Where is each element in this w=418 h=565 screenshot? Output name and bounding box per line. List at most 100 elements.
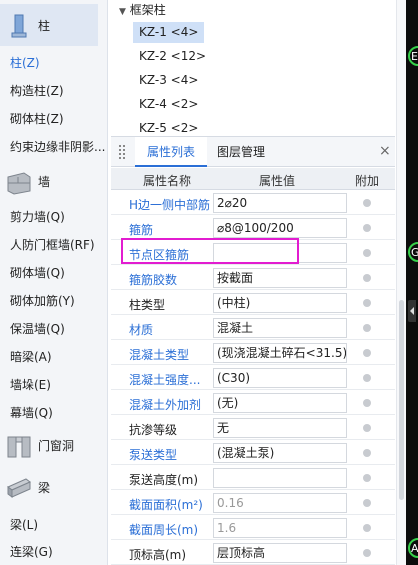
property-value-input[interactable]: 2⌀20 — [213, 193, 347, 213]
attach-toggle[interactable] — [363, 549, 371, 557]
property-value-input[interactable]: ⌀8@100/200 — [213, 218, 347, 238]
property-name: 泵送类型 — [129, 448, 178, 462]
category-wall[interactable]: 墙 — [0, 160, 98, 202]
close-icon[interactable]: × — [379, 143, 391, 159]
attach-toggle[interactable] — [363, 224, 371, 232]
tree-item[interactable]: KZ-5 <2> — [133, 118, 204, 134]
caret-down-icon[interactable]: ▼ — [119, 7, 126, 17]
property-row: 材质 混凝土 — [111, 316, 395, 340]
attach-toggle[interactable] — [363, 324, 371, 332]
drawing-canvas[interactable]: E G A — [406, 0, 418, 565]
property-value-input[interactable]: (C30) — [213, 368, 347, 388]
tab-property-list[interactable]: 属性列表 — [135, 137, 208, 167]
category-label: 门窗洞 — [38, 439, 75, 453]
property-name: 柱类型 — [129, 298, 166, 312]
left-navigation: 柱 柱(Z) 构造柱(Z) 砌体柱(Z) 约束边缘非阴影... 墙 剪力墙(Q)… — [0, 0, 108, 565]
column-header-value: 属性值 — [259, 174, 296, 188]
nav-item-masonry-rebar[interactable]: 砌体加筋(Y) — [10, 292, 75, 309]
nav-item-insulation-wall[interactable]: 保温墙(Q) — [10, 320, 65, 337]
tree-item[interactable]: KZ-1 <4> — [133, 22, 205, 43]
property-name: 混凝土类型 — [129, 348, 190, 362]
property-table-header: 属性名称 属性值 附加 — [111, 168, 395, 190]
category-door-window[interactable]: 门窗洞 — [0, 424, 98, 466]
property-name: 箍筋 — [129, 223, 154, 237]
property-value-input[interactable] — [213, 468, 347, 488]
nav-item-hidden-beam[interactable]: 暗梁(A) — [10, 348, 52, 365]
attach-toggle[interactable] — [363, 424, 371, 432]
property-value-input[interactable]: (混凝土泵) — [213, 443, 347, 463]
property-value-input[interactable] — [213, 243, 347, 263]
property-panel: 属性列表 图层管理 × 属性名称 属性值 附加 H边一侧中部筋 2⌀20 箍筋 … — [111, 136, 395, 565]
tree-item[interactable]: KZ-4 <2> — [133, 94, 204, 115]
nav-item-constraint-edge[interactable]: 约束边缘非阴影... — [10, 138, 105, 155]
property-name: 混凝土强度... — [129, 373, 201, 387]
nav-item-beam[interactable]: 梁(L) — [10, 516, 38, 533]
property-name: 泵送高度(m) — [129, 473, 199, 487]
attach-toggle[interactable] — [363, 499, 371, 507]
property-name: 节点区箍筋 — [129, 248, 190, 262]
axis-label: E — [411, 50, 418, 63]
property-row: 顶标高(m) 层顶标高 — [111, 541, 395, 565]
property-row: 柱类型 (中柱) — [111, 291, 395, 315]
property-value-input[interactable]: 层顶标高 — [213, 543, 347, 563]
nav-item-masonry-wall[interactable]: 砌体墙(Q) — [10, 264, 65, 281]
beam-icon — [7, 478, 31, 498]
collapse-panel-icon[interactable] — [408, 300, 416, 322]
property-name: 顶标高(m) — [129, 548, 187, 562]
category-label: 梁 — [38, 481, 51, 495]
property-value-input[interactable]: (无) — [213, 393, 347, 413]
tab-layer-management[interactable]: 图层管理 — [205, 137, 277, 167]
attach-toggle[interactable] — [363, 449, 371, 457]
tree-root-frame-column[interactable]: ▼ 框架柱 — [119, 1, 166, 18]
category-beam[interactable]: 梁 — [0, 466, 98, 508]
property-row: 泵送类型 (混凝土泵) — [111, 441, 395, 465]
property-value-readonly: 1.6 — [213, 518, 347, 538]
property-value-input[interactable]: 按截面 — [213, 268, 347, 288]
tree-item[interactable]: KZ-3 <4> — [133, 70, 204, 91]
property-row: 泵送高度(m) — [111, 466, 395, 490]
tree-item[interactable]: KZ-2 <12> — [133, 46, 212, 67]
attach-toggle[interactable] — [363, 399, 371, 407]
component-tree: ▼ 框架柱 KZ-1 <4> KZ-2 <12> KZ-3 <4> KZ-4 <… — [111, 0, 406, 134]
nav-item-wall-pier[interactable]: 墙垛(E) — [10, 376, 51, 393]
nav-item-coupling-beam[interactable]: 连梁(G) — [10, 543, 53, 560]
attach-toggle[interactable] — [363, 474, 371, 482]
attach-toggle[interactable] — [363, 199, 371, 207]
nav-item-curtain-wall[interactable]: 幕墙(Q) — [10, 404, 53, 421]
attach-toggle[interactable] — [363, 299, 371, 307]
attach-toggle[interactable] — [363, 524, 371, 532]
property-row: 混凝土外加剂 (无) — [111, 391, 395, 415]
property-row: 箍筋胶数 按截面 — [111, 266, 395, 290]
attach-toggle[interactable] — [363, 249, 371, 257]
category-column[interactable]: 柱 — [0, 4, 98, 46]
property-name: 混凝土外加剂 — [129, 398, 202, 412]
property-row: 截面周长(m) 1.6 — [111, 516, 395, 540]
vertical-scrollbar[interactable] — [396, 0, 406, 565]
nav-item-masonry-column[interactable]: 砌体柱(Z) — [10, 110, 64, 127]
column-header-extra: 附加 — [355, 174, 380, 188]
nav-item-column[interactable]: 柱(Z) — [10, 54, 40, 71]
property-row: 混凝土类型 (现浇混凝土碎石<31.5) — [111, 341, 395, 365]
property-row: 节点区箍筋 — [111, 241, 395, 265]
axis-label: A — [411, 542, 418, 555]
property-value-readonly: 0.16 — [213, 493, 347, 513]
property-value-input[interactable]: (现浇混凝土碎石<31.5) — [213, 343, 347, 363]
property-name: 材质 — [129, 323, 154, 337]
nav-item-shear-wall[interactable]: 剪力墙(Q) — [10, 208, 65, 225]
attach-toggle[interactable] — [363, 374, 371, 382]
property-row: 箍筋 ⌀8@100/200 — [111, 216, 395, 240]
property-value-input[interactable]: 无 — [213, 418, 347, 438]
nav-item-constructional-column[interactable]: 构造柱(Z) — [10, 82, 64, 99]
nav-item-civil-defense-wall[interactable]: 人防门框墙(RF) — [10, 236, 95, 253]
axis-label: G — [411, 246, 418, 259]
door-window-icon — [7, 436, 31, 458]
drag-grip-icon[interactable] — [119, 145, 127, 159]
property-row: 截面面积(m²) 0.16 — [111, 491, 395, 515]
property-name: 截面面积(m²) — [129, 498, 203, 512]
attach-toggle[interactable] — [363, 274, 371, 282]
property-value-input[interactable]: 混凝土 — [213, 318, 347, 338]
property-name: H边一侧中部筋 — [129, 198, 211, 212]
property-value-input[interactable]: (中柱) — [213, 293, 347, 313]
scrollbar-thumb[interactable] — [399, 300, 404, 500]
attach-toggle[interactable] — [363, 349, 371, 357]
